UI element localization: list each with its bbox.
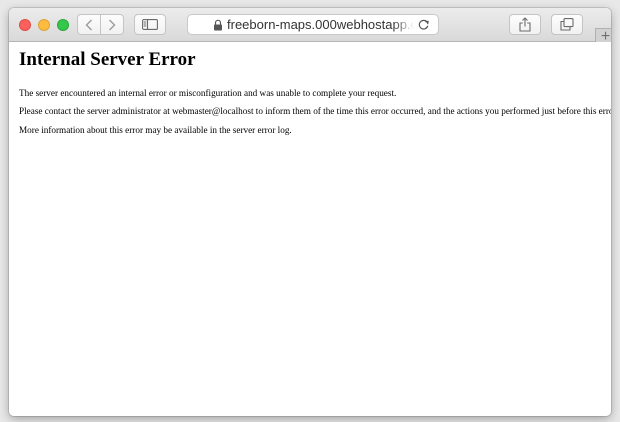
minimize-window-button[interactable] — [38, 19, 50, 31]
show-all-tabs-button[interactable] — [551, 14, 583, 35]
reload-icon[interactable] — [417, 18, 430, 31]
page-content: Internal Server Error The server encount… — [9, 42, 611, 416]
browser-window: freeborn-maps.000webhostapp.com + Intern… — [9, 8, 611, 416]
zoom-window-button[interactable] — [57, 19, 69, 31]
error-message: The server encountered an internal error… — [19, 88, 397, 98]
forward-button[interactable] — [100, 14, 124, 35]
info-message: More information about this error may be… — [19, 125, 292, 135]
sidebar-toggle-button[interactable] — [134, 14, 166, 35]
sidebar-icon — [142, 19, 158, 30]
browser-toolbar: freeborn-maps.000webhostapp.com — [9, 8, 611, 42]
address-url[interactable]: freeborn-maps.000webhostapp.com — [227, 17, 413, 33]
lock-icon — [214, 19, 222, 31]
close-window-button[interactable] — [19, 19, 31, 31]
contact-message: Please contact the server administrator … — [19, 106, 611, 116]
page-title: Internal Server Error — [19, 49, 196, 70]
address-bar[interactable]: freeborn-maps.000webhostapp.com — [187, 14, 439, 35]
back-button[interactable] — [77, 14, 101, 35]
chevron-right-icon — [109, 19, 116, 30]
share-icon — [519, 17, 531, 32]
share-button[interactable] — [509, 14, 541, 35]
chevron-left-icon — [85, 19, 92, 30]
tabs-overview-icon — [560, 18, 574, 31]
